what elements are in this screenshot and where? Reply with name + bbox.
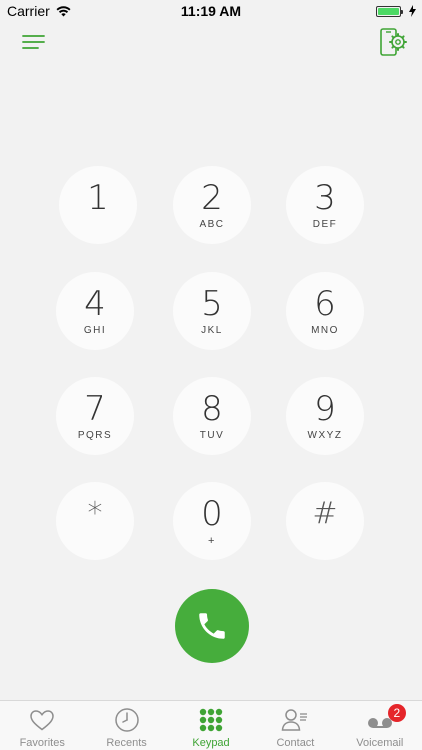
key-digit: 9 <box>314 388 336 429</box>
key-letters: + <box>208 534 216 547</box>
tab-keypad[interactable]: Keypad <box>169 701 253 750</box>
key-digit: # <box>312 495 338 531</box>
key-digit: 5 <box>201 283 223 324</box>
key-5[interactable]: 5 JKL <box>173 272 251 350</box>
key-4[interactable]: 4 GHI <box>56 272 134 350</box>
tab-contact[interactable]: Contact <box>253 701 337 750</box>
phone-icon <box>199 613 225 639</box>
key-digit: 4 <box>84 283 106 324</box>
key-letters: DEF <box>312 218 338 230</box>
tab-label: Keypad <box>192 737 230 749</box>
keypad-icon <box>197 707 225 733</box>
voicemail-badge: 2 <box>387 704 406 722</box>
tab-label: Contact <box>276 737 315 749</box>
key-6[interactable]: 6 MNO <box>286 272 364 350</box>
key-letters: WXYZ <box>307 429 343 441</box>
key-digit: 7 <box>84 388 106 429</box>
key-2[interactable]: 2 ABC <box>173 166 251 244</box>
key-digit: 2 <box>201 177 223 218</box>
key-digit: * <box>87 495 103 531</box>
key-3[interactable]: 3 DEF <box>286 166 364 244</box>
dial-keypad: 1 2 ABC 3 DEF 4 GHI 5 JKL 6 MNO 7 PQRS 8… <box>0 0 422 700</box>
tab-bar: Favorites Recents Keypad Contact 2 Voice… <box>0 700 422 750</box>
key-1[interactable]: 1 <box>59 166 137 244</box>
key-letters: MNO <box>311 324 339 336</box>
key-letters: PQRS <box>77 429 113 441</box>
key-digit: 3 <box>314 177 336 218</box>
key-letters: JKL <box>201 324 223 336</box>
key-0[interactable]: 0 + <box>173 482 251 560</box>
tab-label: Voicemail <box>356 737 404 749</box>
tab-favorites[interactable]: Favorites <box>0 701 84 750</box>
key-letters: ABC <box>199 218 225 230</box>
key-letters: TUV <box>199 429 225 441</box>
key-letters: GHI <box>83 324 107 336</box>
key-8[interactable]: 8 TUV <box>173 377 251 455</box>
key-digit: 0 <box>201 493 223 534</box>
call-button[interactable] <box>175 589 249 663</box>
key-hash[interactable]: # <box>286 482 364 560</box>
key-digit: 1 <box>87 177 109 218</box>
tab-voicemail[interactable]: 2 Voicemail <box>338 701 422 750</box>
key-7[interactable]: 7 PQRS <box>56 377 134 455</box>
heart-icon <box>28 707 56 733</box>
clock-icon <box>113 707 141 733</box>
key-star[interactable]: * <box>56 482 134 560</box>
contact-icon <box>281 707 309 733</box>
key-digit: 8 <box>201 388 223 429</box>
key-9[interactable]: 9 WXYZ <box>286 377 364 455</box>
key-digit: 6 <box>314 283 336 324</box>
tab-recents[interactable]: Recents <box>84 701 168 750</box>
tab-label: Favorites <box>19 737 65 749</box>
tab-label: Recents <box>106 737 147 749</box>
